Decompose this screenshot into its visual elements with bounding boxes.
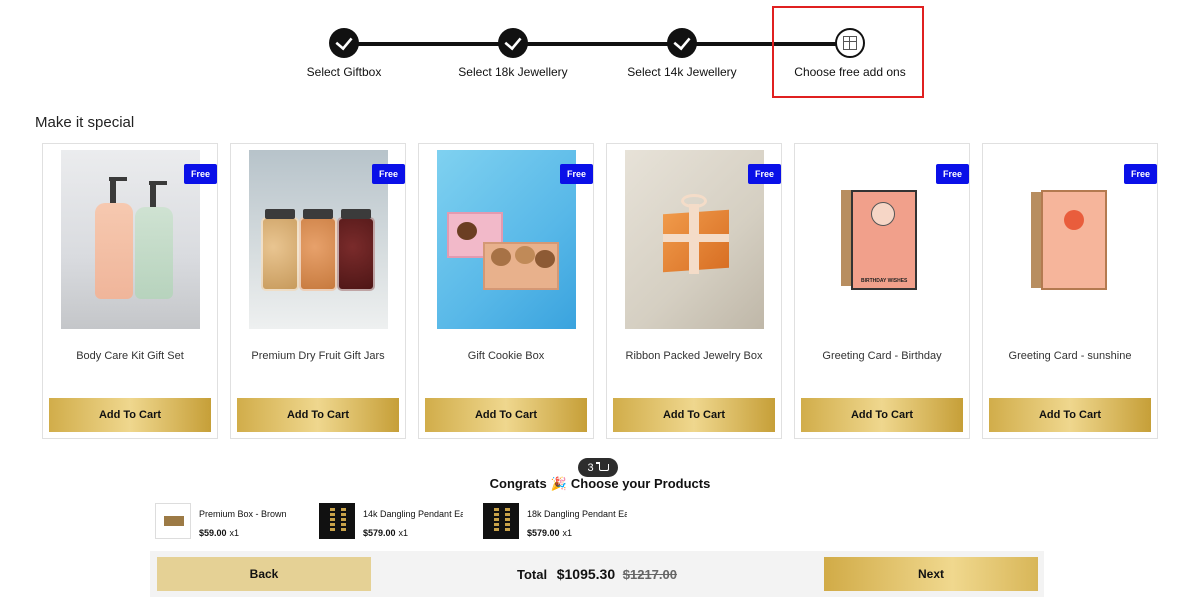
earring-thumbnail [483,503,519,539]
free-badge: Free [371,164,405,184]
product-image-dry-fruit-jars[interactable] [249,150,388,329]
total-amount: $1095.30 [556,566,616,582]
add-to-cart-button[interactable]: Add To Cart [989,398,1151,432]
next-button[interactable]: Next [824,557,1038,591]
selected-item[interactable]: Premium Box - Brown $59.00 x1 [155,503,291,539]
selected-products: Premium Box - Brown $59.00 x1 14k Danglin… [155,503,627,539]
free-badge: Free [559,164,593,184]
selected-item[interactable]: 18k Dangling Pendant Ea... $579.00 x1 [483,503,627,539]
cart-count: 3 [587,461,594,474]
current-step-highlight [772,6,924,98]
selected-item-name: Premium Box - Brown [199,509,287,519]
step-label: Select Giftbox [306,65,382,79]
add-to-cart-button[interactable]: Add To Cart [425,398,587,432]
total-label: Total [517,567,548,582]
cart-count-badge[interactable]: 3 [578,458,618,477]
free-badge: Free [747,164,781,184]
product-image-birthday-card[interactable]: BIRTHDAY WISHES [813,150,952,329]
check-icon [498,28,528,58]
selected-item-name: 18k Dangling Pendant Ea... [527,509,627,519]
product-image-ribbon-jewelry-box[interactable] [625,150,764,329]
progress-stepper: Select Giftbox Select 18k Jewellery Sele… [0,0,1200,100]
step-select-18k-jewellery[interactable]: Select 18k Jewellery [423,28,603,79]
add-to-cart-button[interactable]: Add To Cart [801,398,963,432]
product-title[interactable]: Gift Cookie Box [419,350,593,362]
congrats-subtext: Choose your Products [570,476,711,491]
cart-icon [595,462,609,471]
earring-thumbnail [319,503,355,539]
product-title[interactable]: Ribbon Packed Jewelry Box [607,350,781,362]
selected-item-qty: x1 [562,528,573,538]
selected-item-price: $579.00 [527,528,560,538]
step-select-giftbox[interactable]: Select Giftbox [254,28,434,79]
selected-item-price: $59.00 [199,528,227,538]
selected-item-price: $579.00 [363,528,396,538]
selected-item-name: 14k Dangling Pendant Ea... [363,509,463,519]
original-amount: $1217.00 [622,567,677,582]
add-to-cart-button[interactable]: Add To Cart [613,398,775,432]
congrats-text: Congrats [489,476,547,491]
product-title[interactable]: Premium Dry Fruit Gift Jars [231,350,405,362]
step-label: Select 14k Jewellery [627,65,737,79]
product-title[interactable]: Greeting Card - Birthday [795,350,969,362]
step-select-14k-jewellery[interactable]: Select 14k Jewellery [592,28,772,79]
product-card: Free Body Care Kit Gift Set Add To Cart [42,143,218,439]
free-badge: Free [935,164,969,184]
premium-box-thumbnail [155,503,191,539]
checkout-footer: Back Total $1095.30 $1217.00 Next [150,551,1044,597]
addon-product-list: Free Body Care Kit Gift Set Add To Cart … [42,143,1158,439]
product-card: BIRTHDAY WISHES Free Greeting Card - Bir… [794,143,970,439]
selected-item-qty: x1 [229,528,240,538]
add-to-cart-button[interactable]: Add To Cart [49,398,211,432]
product-card: Free Ribbon Packed Jewelry Box Add To Ca… [606,143,782,439]
product-image-sunshine-card[interactable] [1001,150,1140,329]
product-card: Free Greeting Card - sunshine Add To Car… [982,143,1158,439]
step-label: Select 18k Jewellery [458,65,568,79]
section-title: Make it special [35,114,135,131]
party-popper-icon: 🎉 [550,476,567,491]
check-icon [667,28,697,58]
product-image-body-care-kit[interactable] [61,150,200,329]
selected-item[interactable]: 14k Dangling Pendant Ea... $579.00 x1 [319,503,463,539]
congrats-heading: Congrats 🎉 Choose your Products [0,476,1200,492]
product-title[interactable]: Body Care Kit Gift Set [43,350,217,362]
product-image-cookie-box[interactable] [437,150,576,329]
product-title[interactable]: Greeting Card - sunshine [983,350,1157,362]
selected-item-qty: x1 [398,528,409,538]
product-card: Free Gift Cookie Box Add To Cart [418,143,594,439]
check-icon [329,28,359,58]
free-badge: Free [1123,164,1157,184]
add-to-cart-button[interactable]: Add To Cart [237,398,399,432]
product-card: Free Premium Dry Fruit Gift Jars Add To … [230,143,406,439]
free-badge: Free [183,164,217,184]
